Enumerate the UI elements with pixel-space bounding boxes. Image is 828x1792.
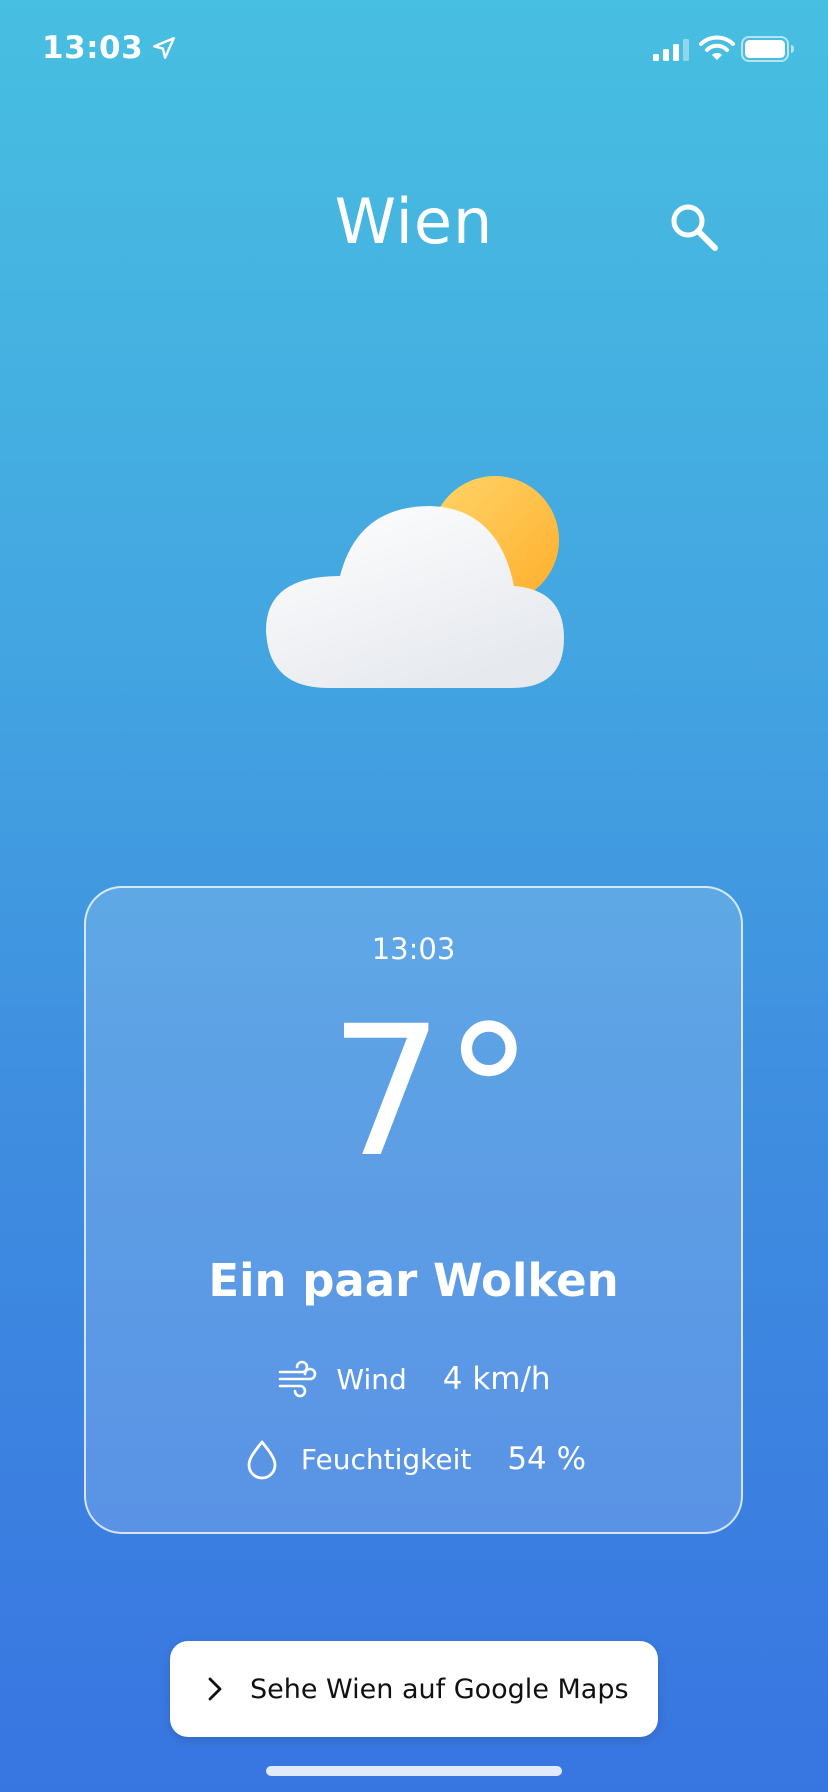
- open-google-maps-button[interactable]: Sehe Wien auf Google Maps: [170, 1641, 658, 1737]
- status-time-text: 13:03: [42, 30, 144, 66]
- observation-time: 13:03: [371, 932, 456, 966]
- chevron-right-icon: [208, 1677, 222, 1701]
- cellular-signal-icon: [653, 39, 689, 61]
- droplet-icon: [247, 1440, 277, 1480]
- weather-condition: Ein paar Wolken: [208, 1254, 619, 1307]
- wind-value: 4 km/h: [442, 1361, 551, 1397]
- battery-icon: [741, 36, 794, 62]
- humidity-row: Feuchtigkeit 54 %: [86, 1438, 741, 1480]
- search-icon[interactable]: [665, 198, 723, 256]
- home-indicator[interactable]: [266, 1766, 562, 1776]
- open-google-maps-label: Sehe Wien auf Google Maps: [250, 1673, 629, 1705]
- wind-row: Wind 4 km/h: [86, 1358, 741, 1400]
- humidity-value: 54 %: [507, 1441, 587, 1477]
- wind-icon: [279, 1360, 317, 1398]
- wifi-icon: [699, 35, 735, 60]
- humidity-label: Feuchtigkeit: [300, 1442, 472, 1476]
- status-bar: 13:03: [0, 0, 828, 100]
- status-time: 13:03: [42, 30, 177, 66]
- temperature: 7°: [329, 988, 534, 1197]
- wind-label: Wind: [336, 1362, 407, 1396]
- partly-cloudy-icon: [266, 476, 564, 688]
- location-arrow-icon: [153, 37, 176, 59]
- weather-card: 13:03 7° Ein paar Wolken Wind 4 km/h Feu…: [84, 886, 743, 1534]
